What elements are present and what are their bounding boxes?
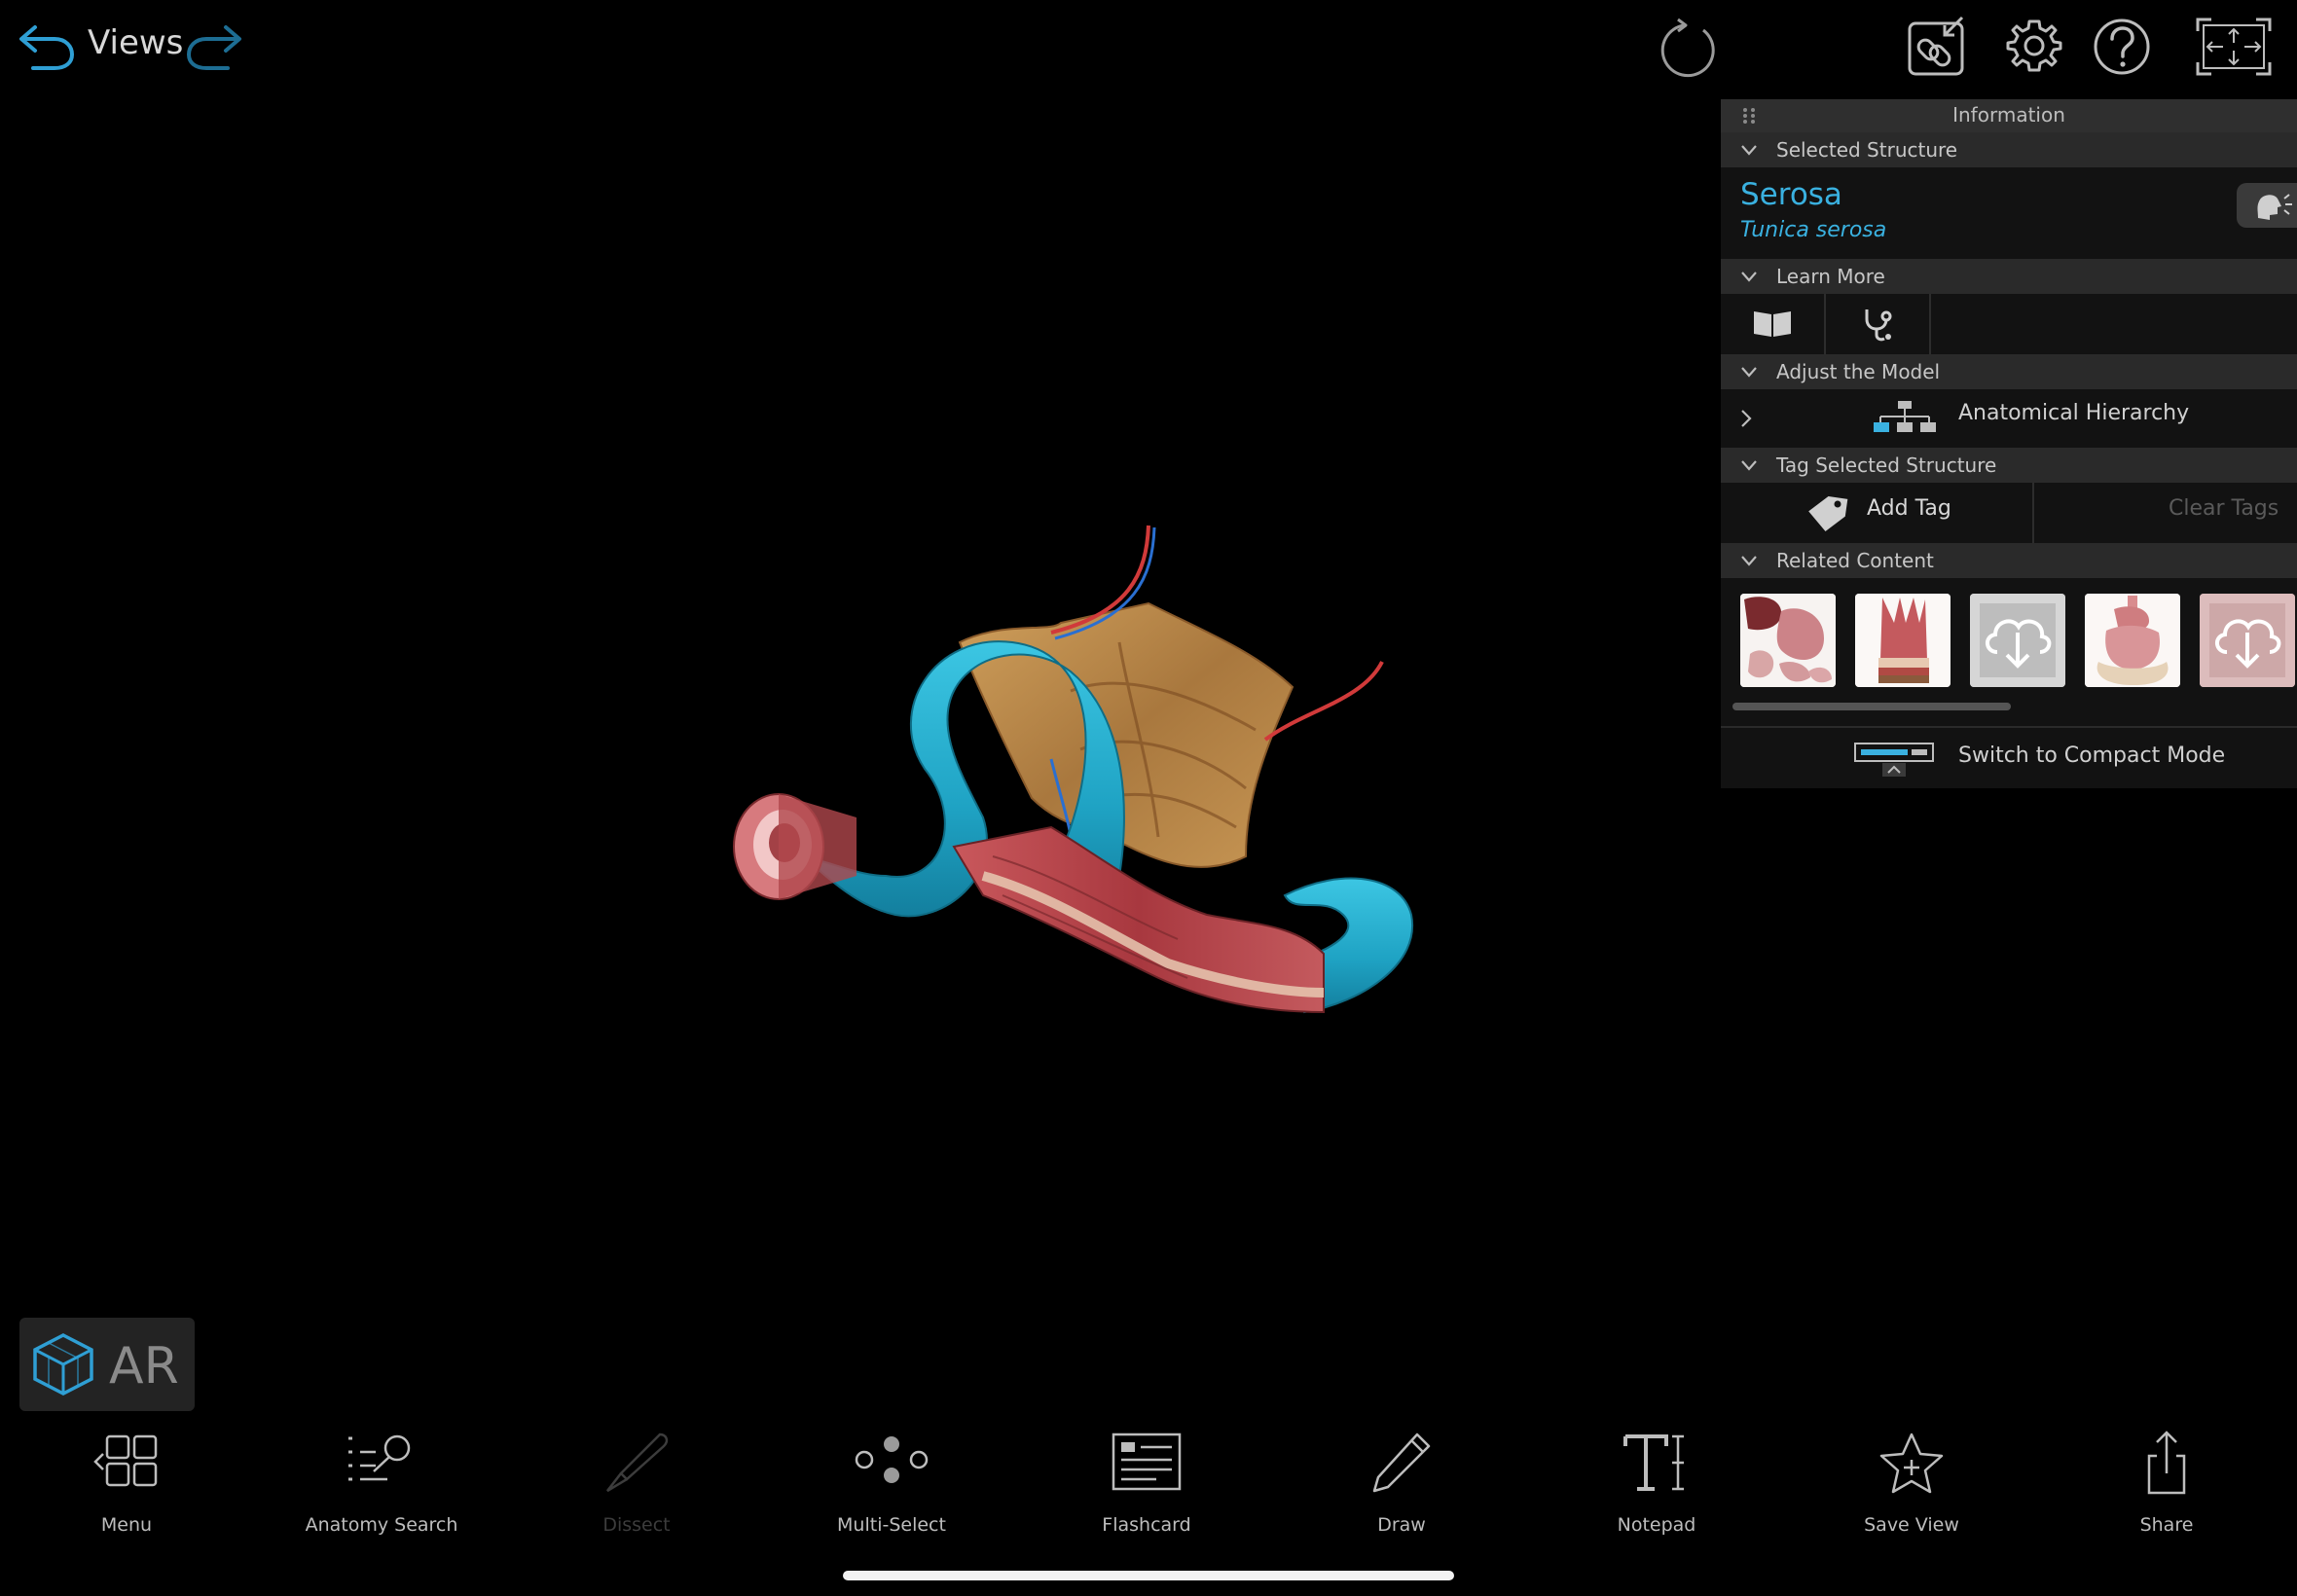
gastric-wall-section-image: [1855, 594, 1951, 687]
chevron-down-icon: [1741, 460, 1757, 471]
tool-label: Notepad: [1617, 1514, 1696, 1536]
section-label: Adjust the Model: [1776, 360, 1941, 383]
compact-mode-label: Switch to Compact Mode: [1958, 744, 2226, 768]
flashcard-button[interactable]: Flashcard: [1059, 1431, 1234, 1538]
tool-label: Save View: [1864, 1514, 1959, 1536]
speaking-head-icon: [2257, 194, 2292, 220]
fullscreen-fit-icon[interactable]: [2194, 16, 2274, 78]
anatomy-search-button[interactable]: Anatomy Search: [294, 1431, 469, 1538]
related-thumbnail[interactable]: [1855, 594, 1951, 687]
stethoscope-icon: [1865, 309, 1892, 342]
pencil-icon: [1372, 1433, 1431, 1493]
section-label: Related Content: [1776, 549, 1934, 572]
chevron-down-icon: [1741, 272, 1757, 282]
flashcard-icon: [1112, 1433, 1182, 1491]
multi-select-button[interactable]: Multi-Select: [804, 1431, 979, 1538]
draw-button[interactable]: Draw: [1314, 1431, 1489, 1538]
tool-label: Share: [2139, 1514, 2194, 1536]
anatomy-3d-model[interactable]: [662, 506, 1440, 1070]
tool-label: Dissect: [602, 1514, 671, 1536]
structure-name: Serosa: [1740, 177, 1842, 212]
download-cloud-icon: [2200, 594, 2295, 687]
section-label: Learn More: [1776, 265, 1885, 288]
related-thumbnail[interactable]: [1740, 594, 1836, 687]
ar-mode-button[interactable]: AR: [19, 1318, 195, 1411]
anatomical-hierarchy-button[interactable]: Anatomical Hierarchy: [1721, 387, 2297, 448]
share-icon: [2147, 1431, 2186, 1495]
scalpel-icon: [606, 1433, 669, 1493]
hierarchy-label: Anatomical Hierarchy: [1958, 401, 2190, 425]
related-thumbnail[interactable]: [2085, 594, 2180, 687]
grid-menu-icon: [93, 1434, 158, 1487]
add-tag-label: Add Tag: [1867, 496, 1951, 521]
help-icon[interactable]: [2091, 16, 2153, 78]
section-related-content[interactable]: Related Content: [1721, 543, 2297, 578]
clear-tags-label: Clear Tags: [2169, 496, 2279, 521]
learn-clinical-button[interactable]: [1826, 294, 1931, 354]
pronunciation-button[interactable]: [2237, 183, 2297, 228]
dissect-button[interactable]: Dissect: [549, 1431, 724, 1538]
section-tag-structure[interactable]: Tag Selected Structure: [1721, 448, 2297, 483]
section-learn-more[interactable]: Learn More: [1721, 259, 2297, 294]
digestive-system-image: [2085, 594, 2180, 687]
panel-title-bar[interactable]: Information: [1721, 99, 2297, 132]
redo-view-icon[interactable]: [185, 21, 245, 72]
text-cursor-icon: [1623, 1434, 1684, 1491]
multi-select-dots-icon: [855, 1436, 929, 1483]
app-screen: Views Information Selected Structure Ser…: [0, 0, 2297, 1596]
panel-title: Information: [1952, 103, 2065, 127]
save-view-button[interactable]: Save View: [1824, 1431, 1999, 1538]
tool-label: Draw: [1377, 1514, 1426, 1536]
structure-latin-name: Tunica serosa: [1740, 218, 1887, 242]
share-button[interactable]: Share: [2079, 1431, 2254, 1538]
chevron-down-icon: [1741, 556, 1757, 566]
notepad-button[interactable]: Notepad: [1569, 1431, 1744, 1538]
tool-label: Flashcard: [1102, 1514, 1191, 1536]
section-label: Tag Selected Structure: [1776, 453, 1997, 477]
book-icon: [1754, 311, 1791, 337]
search-list-icon: [348, 1434, 411, 1481]
reset-rotation-icon[interactable]: [1655, 16, 1723, 84]
carousel-scrollbar[interactable]: [1732, 703, 2011, 710]
add-tag-button[interactable]: Add Tag: [1721, 483, 2032, 543]
views-label[interactable]: Views: [88, 23, 183, 62]
information-panel: Information Selected Structure Serosa Tu…: [1721, 99, 2297, 788]
learn-book-button[interactable]: [1721, 294, 1826, 354]
related-thumbnail-download[interactable]: [1970, 594, 2065, 687]
compact-mode-button[interactable]: Switch to Compact Mode: [1721, 728, 2297, 788]
compact-mode-icon: [1854, 743, 1934, 777]
home-indicator[interactable]: [843, 1571, 1454, 1580]
undo-view-icon[interactable]: [16, 21, 76, 72]
chevron-right-icon: [1741, 410, 1752, 427]
tag-actions-row: Add Tag Clear Tags: [1721, 483, 2297, 543]
shared-link-icon[interactable]: [1906, 16, 1968, 78]
settings-gear-icon[interactable]: [2003, 16, 2065, 78]
star-plus-icon: [1879, 1433, 1944, 1494]
section-adjust-model[interactable]: Adjust the Model: [1721, 354, 2297, 389]
section-selected-structure[interactable]: Selected Structure: [1721, 132, 2297, 167]
ar-cube-icon: [33, 1333, 93, 1396]
related-thumbnail-download[interactable]: [2200, 594, 2295, 687]
related-content-carousel[interactable]: [1740, 594, 2297, 689]
tool-label: Anatomy Search: [305, 1514, 458, 1536]
tool-label: Menu: [100, 1514, 153, 1536]
chevron-down-icon: [1741, 145, 1757, 156]
clear-tags-button[interactable]: Clear Tags: [2034, 483, 2297, 543]
menu-button[interactable]: Menu: [39, 1431, 214, 1538]
tool-label: Multi-Select: [837, 1514, 946, 1536]
ar-label: AR: [109, 1337, 179, 1396]
section-label: Selected Structure: [1776, 138, 1958, 162]
hierarchy-tree-icon: [1874, 401, 1936, 432]
learn-more-row: [1721, 294, 2297, 354]
download-cloud-icon: [1970, 594, 2065, 687]
tag-icon: [1808, 496, 1848, 531]
chevron-down-icon: [1741, 367, 1757, 378]
stomach-organ-image: [1740, 594, 1836, 687]
